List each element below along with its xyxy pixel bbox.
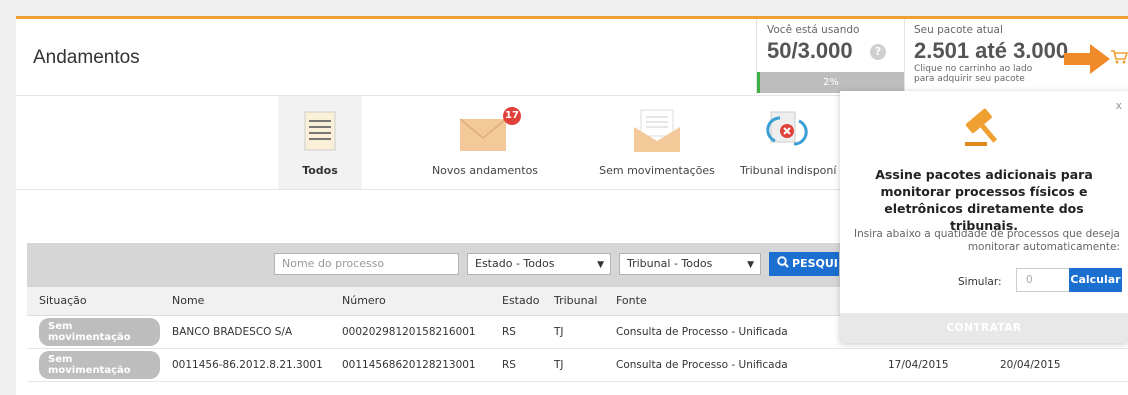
chevron-down-icon: ▼ <box>747 260 754 270</box>
tab-label: Novos andamentos <box>431 164 539 177</box>
column-header[interactable]: Número <box>330 287 490 316</box>
cell-estado: RS <box>490 348 542 382</box>
cell-numero: 00114568620128213001 <box>330 348 490 382</box>
new-count-badge: 17 <box>503 107 521 125</box>
tab-todos[interactable]: Todos <box>278 96 362 189</box>
tab-novos-andamentos[interactable]: 17 Novos andamentos <box>420 96 550 189</box>
column-header[interactable]: Estado <box>490 287 542 316</box>
cell-numero: 00020298120158216001 <box>330 315 490 349</box>
cell-fonte: Consulta de Processo - Unificada <box>604 315 876 349</box>
tribunal-select[interactable]: Tribunal - Todos ▼ <box>619 253 761 275</box>
simulate-label: Simular: <box>958 276 1002 288</box>
tab-tribunal-indisponivel[interactable]: Tribunal indisponí <box>732 96 842 189</box>
tab-label: Sem movimentações <box>599 164 715 177</box>
search-button-label: PESQUI <box>792 257 838 270</box>
process-name-input[interactable]: Nome do processo <box>274 253 459 275</box>
usage-progress-label: 2% <box>823 77 839 88</box>
cell-tribunal: TJ <box>542 348 604 382</box>
cell-estado: RS <box>490 315 542 349</box>
popup-description: Insira abaixo a quatidade de processos q… <box>853 228 1120 253</box>
list-document-icon <box>304 111 336 151</box>
cart-icon[interactable] <box>1110 46 1128 66</box>
status-badge: Sem movimentação <box>39 317 160 346</box>
popup-heading: Assine pacotes adicionais para monitorar… <box>875 167 1093 233</box>
contract-button[interactable]: CONTRATAR <box>840 313 1128 343</box>
tab-label: Todos <box>302 164 338 177</box>
search-icon <box>777 256 789 268</box>
usage-progress-bar: 2% <box>757 72 905 93</box>
tab-sem-movimentacoes[interactable]: Sem movimentações <box>582 96 732 189</box>
cell-fonte: Consulta de Processo - Unificada <box>604 348 876 382</box>
package-hint: Clique no carrinho ao lado para adquirir… <box>914 64 1033 84</box>
column-header[interactable]: Situação <box>27 287 160 316</box>
column-header[interactable]: Fonte <box>604 287 876 316</box>
search-button[interactable]: PESQUI <box>769 252 839 276</box>
usage-label: Você está usando <box>767 24 860 36</box>
page-title: Andamentos <box>33 47 140 68</box>
chevron-down-icon: ▼ <box>597 260 604 270</box>
column-header[interactable]: Nome <box>160 287 330 316</box>
simulate-input[interactable]: 0 <box>1016 268 1070 292</box>
envelope-icon <box>459 118 507 151</box>
calculate-button[interactable]: Calcular <box>1069 268 1122 292</box>
tribunal-select-value: Tribunal - Todos <box>627 257 713 270</box>
status-badge: Sem movimentação <box>39 350 160 379</box>
gavel-icon <box>965 108 998 146</box>
open-envelope-icon <box>634 109 680 152</box>
help-icon[interactable]: ? <box>870 44 886 60</box>
package-label: Seu pacote atual <box>914 24 1003 36</box>
column-header[interactable]: Tribunal <box>542 287 604 316</box>
table-row[interactable]: Sem movimentação 0011456-86.2012.8.21.30… <box>27 348 1128 382</box>
tab-label: Tribunal indisponí <box>740 164 837 177</box>
arrow-icon <box>1064 44 1110 74</box>
refresh-error-icon <box>766 111 808 146</box>
cell-date: 20/04/2015 <box>988 348 1128 382</box>
cell-date: 17/04/2015 <box>876 348 988 382</box>
cell-nome: 0011456-86.2012.8.21.3001 <box>160 348 330 382</box>
usage-value: 50/3.000 <box>767 38 853 63</box>
cell-tribunal: TJ <box>542 315 604 349</box>
cell-nome: BANCO BRADESCO S/A <box>160 315 330 349</box>
package-value: 2.501 até 3.000 <box>914 38 1069 63</box>
close-icon[interactable]: x <box>1115 99 1122 112</box>
usage-box: Você está usando 50/3.000 ? 2% <box>756 19 905 95</box>
estado-select-value: Estado - Todos <box>475 257 555 270</box>
estado-select[interactable]: Estado - Todos ▼ <box>467 253 611 275</box>
upgrade-popup: x Assine pacotes adicionais para monitor… <box>840 91 1128 343</box>
